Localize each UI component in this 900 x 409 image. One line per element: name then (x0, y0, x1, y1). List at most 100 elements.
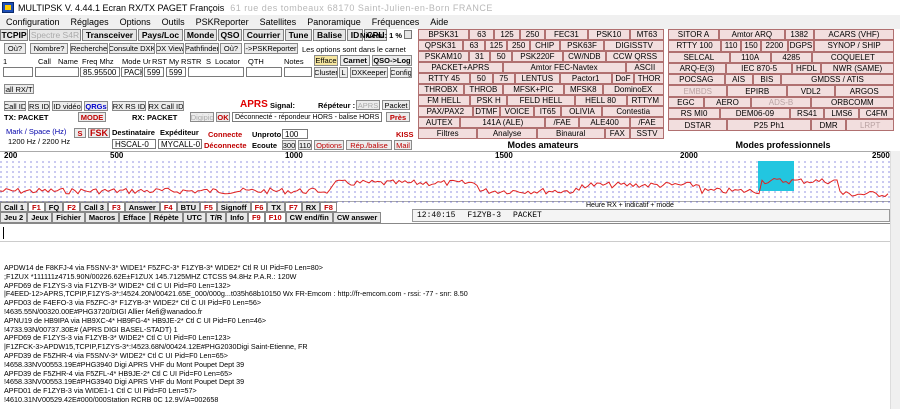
s-button[interactable]: S (74, 128, 86, 138)
dxkeeper-button[interactable]: DXKeeper (350, 67, 388, 78)
amateur-mode-button[interactable]: FEC31 (545, 29, 588, 40)
professional-mode-button[interactable]: NWR (SAME) (821, 62, 894, 75)
macro-button[interactable]: Call 1 (0, 202, 29, 212)
ok-button[interactable]: OK (216, 112, 230, 122)
tab-call-rx-tx[interactable]: Call RX/TX (4, 84, 34, 94)
amateur-mode-button[interactable]: Binaural (536, 128, 605, 139)
menu-outils[interactable]: Outils (162, 17, 185, 27)
professional-mode-button[interactable]: Amtor ARQ (719, 29, 785, 41)
expediteur-field[interactable]: MYCALL-0 (158, 139, 202, 149)
amateur-mode-button[interactable]: MFSK8 (564, 84, 603, 95)
baud-300-button[interactable]: 300 (282, 140, 296, 150)
professional-mode-button[interactable]: GMDSS / ATIS (781, 74, 894, 86)
amateur-mode-button[interactable]: 125 (494, 29, 520, 40)
menu-aide[interactable]: Aide (430, 17, 448, 27)
amateur-mode-button[interactable]: 50 (470, 73, 493, 84)
transceiver-button[interactable]: Transceiver (82, 29, 137, 41)
macro-button[interactable]: RX (301, 202, 321, 212)
dxview-button[interactable]: DX View (156, 43, 184, 54)
amateur-mode-button[interactable]: FELD HELL (507, 95, 575, 106)
professional-mode-button[interactable]: SYNOP / SHIP (814, 40, 894, 52)
amateur-mode-button[interactable]: Analyse (477, 128, 537, 139)
amateur-mode-button[interactable]: /FAE (545, 117, 580, 128)
professional-mode-button[interactable]: ORBCOMM (810, 96, 894, 109)
amateur-mode-button[interactable]: DTMF (472, 106, 500, 117)
qso-log-button[interactable]: QSO->Log (372, 55, 412, 66)
macro-button[interactable]: Efface (119, 212, 150, 223)
heard-station-field[interactable]: 12:40:15 F1ZYB-3 PACKET (412, 209, 890, 222)
amateur-mode-button[interactable]: Filtres (418, 128, 478, 139)
amateur-mode-button[interactable]: CW/NDB (562, 51, 607, 62)
amateur-mode-button[interactable]: OLIVIA (561, 106, 603, 117)
amateur-mode-button[interactable]: /FAE (630, 117, 664, 128)
pathfinder-button[interactable]: Pathfinder (185, 43, 219, 54)
monde-button[interactable]: Monde (184, 29, 217, 41)
macro-button[interactable]: F3 (107, 202, 125, 212)
where-button[interactable]: Où? (4, 43, 26, 54)
macro-button[interactable]: Info (226, 212, 248, 223)
aprs-repeater-button[interactable]: APRS (356, 100, 380, 110)
carnet-button[interactable]: Carnet (340, 55, 370, 66)
amateur-mode-button[interactable]: FM HELL (418, 95, 471, 106)
amateur-mode-button[interactable]: CHIP (529, 40, 560, 51)
macro-button[interactable]: Répète (149, 212, 183, 223)
deconnecte-button[interactable]: Déconnecte (204, 141, 247, 150)
professional-mode-button[interactable]: SITOR A (668, 29, 720, 41)
tune-button[interactable]: Tune (285, 29, 312, 41)
menu-satellites[interactable]: Satellites (260, 17, 297, 27)
macro-button[interactable]: T/R (206, 212, 227, 223)
pres-button[interactable]: Près (386, 112, 410, 122)
macro-button[interactable]: Jeux (27, 212, 53, 223)
amateur-mode-button[interactable]: Contestia (602, 106, 664, 117)
professional-mode-button[interactable]: HFDL (791, 62, 822, 75)
baud-110-button[interactable]: 110 (298, 140, 312, 150)
macro-button[interactable]: Fichier (52, 212, 85, 223)
amateur-mode-button[interactable]: ASCII (625, 62, 664, 73)
macro-button[interactable]: F7 (284, 202, 302, 212)
id-video-button[interactable]: ID vidéo (52, 101, 82, 111)
amateur-mode-button[interactable]: 250 (519, 29, 546, 40)
qrgs-button[interactable]: QRGs (84, 101, 108, 111)
rst-field[interactable]: 599 (144, 67, 164, 77)
packet-repeater-button[interactable]: Packet (382, 100, 410, 110)
professional-mode-button[interactable]: 110 (721, 40, 742, 52)
mail-button[interactable]: Mail (394, 140, 412, 150)
professional-mode-button[interactable]: EMBDS (668, 85, 728, 97)
amateur-mode-button[interactable]: RTTYM (626, 95, 664, 106)
amateur-mode-button[interactable]: PSK63F (559, 40, 605, 51)
macro-button[interactable]: F4 (159, 202, 177, 212)
macro-button[interactable]: F8 (320, 202, 337, 212)
amateur-mode-button[interactable]: 31 (468, 51, 491, 62)
call-field[interactable] (3, 67, 33, 77)
amateur-mode-button[interactable]: MFSK+PIC (502, 84, 565, 95)
rx-rs-id-button[interactable]: RX RS ID (112, 101, 146, 111)
amateur-mode-button[interactable]: PAX/PAX2 (418, 106, 473, 117)
menu-frequences[interactable]: Fréquences (372, 17, 420, 27)
professional-mode-button[interactable]: SELCAL (668, 51, 730, 63)
my-rst-field[interactable]: 599 (166, 67, 186, 77)
tcpip-button[interactable]: TCPIP (0, 29, 28, 41)
macro-button[interactable]: Signoff (216, 202, 251, 212)
nombre-button[interactable]: Nombre? (30, 43, 68, 54)
amateur-mode-button[interactable]: 250 (507, 40, 530, 51)
options-button[interactable]: Options (314, 140, 344, 150)
amateur-mode-button[interactable]: CCW QRSS (606, 51, 664, 62)
macro-button[interactable]: FQ (44, 202, 64, 212)
macro-button[interactable]: CW end/fin (285, 212, 333, 223)
digipic-button[interactable]: Digipic (190, 112, 214, 122)
professional-mode-button[interactable]: EGC (668, 96, 704, 109)
professional-mode-button[interactable]: AIS (724, 74, 753, 86)
amateur-mode-button[interactable]: 50 (490, 51, 513, 62)
professional-mode-button[interactable]: COQUELET (811, 51, 894, 63)
macro-button[interactable]: BTU (176, 202, 201, 212)
rx-call-id-button[interactable]: RX Call ID (148, 101, 184, 111)
notes-field[interactable] (284, 67, 312, 77)
amateur-mode-button[interactable]: AUTEX (418, 117, 461, 128)
amateur-mode-button[interactable]: THROBX (418, 84, 465, 95)
menu-pskreporter[interactable]: PSKReporter (196, 17, 249, 27)
macro-button[interactable]: UTC (182, 212, 207, 223)
professional-mode-button[interactable]: RTTY 100 (668, 40, 722, 52)
recherche-button[interactable]: Recherche (70, 43, 108, 54)
menu-options[interactable]: Options (120, 17, 151, 27)
amateur-mode-button[interactable]: PACKET+APRS (418, 62, 503, 73)
